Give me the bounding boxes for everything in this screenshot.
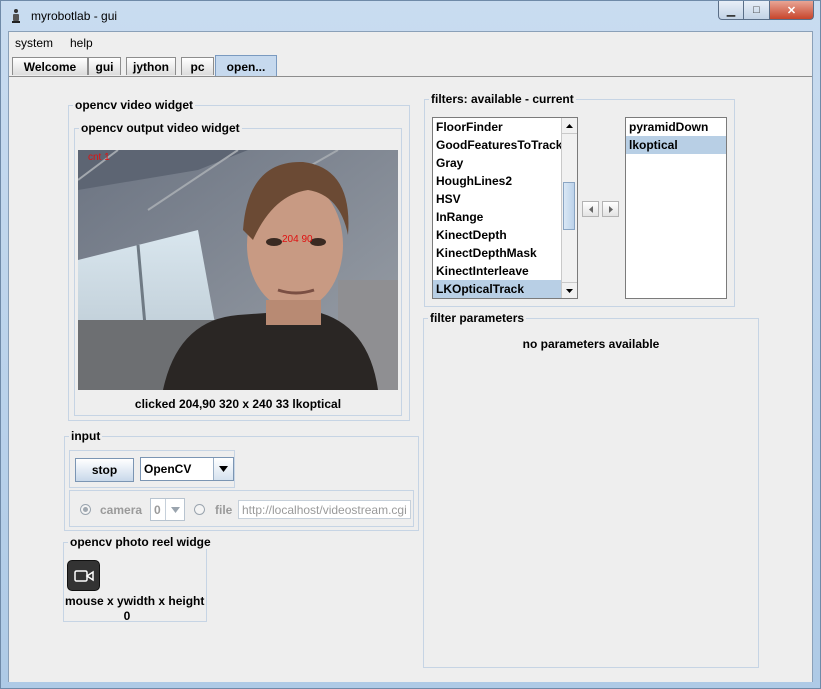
tab-gui[interactable]: gui	[88, 57, 121, 75]
overlay-counter: cnt 1	[88, 152, 110, 163]
available-filters-scrollbar[interactable]	[561, 118, 577, 298]
video-frame[interactable]: cnt 1 204 90	[78, 150, 398, 390]
maximize-button[interactable]: □	[744, 1, 770, 20]
video-widget-title: opencv video widget	[73, 98, 196, 112]
camera-icon[interactable]	[67, 560, 100, 591]
camera-index-value: 0	[154, 503, 161, 517]
source-select[interactable]: OpenCV	[140, 457, 234, 481]
remove-filter-button[interactable]	[582, 201, 599, 217]
app-icon	[12, 9, 20, 23]
available-filter-item[interactable]: LKOpticalTrack	[433, 280, 577, 298]
available-filter-item[interactable]: KinectDepth	[433, 226, 577, 244]
add-filter-button[interactable]	[602, 201, 619, 217]
window-title: myrobotlab - gui	[31, 9, 118, 23]
scroll-down-icon[interactable]	[562, 282, 577, 298]
filter-parameters-title: filter parameters	[428, 311, 527, 325]
tab-pc[interactable]: pc	[181, 57, 214, 75]
minimize-button[interactable]: ▁	[718, 1, 744, 20]
photo-reel-title: opencv photo reel widge	[68, 535, 213, 549]
camera-radio[interactable]	[80, 504, 91, 515]
available-filter-item[interactable]: HSV	[433, 190, 577, 208]
chevron-down-icon[interactable]	[213, 458, 233, 480]
video-widget-group: opencv video widget opencv output video …	[68, 98, 410, 421]
input-title: input	[69, 429, 103, 443]
scroll-up-icon[interactable]	[562, 118, 577, 134]
available-filters-list[interactable]: FloorFinder GoodFeaturesToTrack Gray HoughL…	[432, 117, 578, 299]
video-image	[78, 150, 398, 390]
video-status: clicked 204,90 320 x 240 33 lkoptical	[134, 397, 342, 411]
menu-system[interactable]: system	[15, 36, 53, 50]
photo-reel-caption: mouse x ywidth x height	[65, 594, 205, 608]
no-parameters-text: no parameters available	[522, 337, 660, 351]
available-filter-item[interactable]: HoughLines2	[433, 172, 577, 190]
camera-label: camera	[100, 503, 143, 517]
photo-reel-value: 0	[123, 609, 131, 623]
photo-reel-group: opencv photo reel widge mouse x ywidth x…	[63, 535, 213, 623]
available-filter-item[interactable]: InRange	[433, 208, 577, 226]
menu-bar: system help	[9, 32, 812, 54]
filter-parameters-group: filter parameters no parameters availabl…	[423, 311, 759, 668]
file-url-value: http://localhost/videostream.cgi	[242, 503, 407, 517]
file-url-input[interactable]: http://localhost/videostream.cgi	[238, 500, 411, 519]
tab-welcome[interactable]: Welcome	[12, 57, 88, 75]
tab-opencv[interactable]: open...	[215, 55, 277, 77]
available-filter-item[interactable]: Gray	[433, 154, 577, 172]
camera-file-options: camera 0 file http://localhost/videostre…	[69, 490, 414, 527]
arrow-left-icon	[588, 205, 593, 213]
available-filter-item[interactable]: GoodFeaturesToTrack	[433, 136, 577, 154]
output-video-title: opencv output video widget	[79, 121, 242, 135]
output-video-group: opencv output video widget cnt 1 204 90 …	[74, 121, 402, 416]
current-filter-item[interactable]: pyramidDown	[626, 118, 726, 136]
tab-jython[interactable]: jython	[126, 57, 176, 75]
available-filter-item[interactable]: KinectDepthMask	[433, 244, 577, 262]
input-controls: stop OpenCV	[69, 450, 235, 488]
filters-group: filters: available - current FloorFinder…	[424, 92, 735, 307]
menu-help[interactable]: help	[70, 36, 93, 50]
file-label: file	[215, 503, 233, 517]
file-radio[interactable]	[194, 504, 205, 515]
input-group: input stop OpenCV camera 0 file http://l…	[64, 429, 419, 531]
overlay-tracking-point: 204 90	[282, 234, 313, 245]
client-area: system help Welcome gui jython pc open..…	[8, 31, 813, 682]
stop-button[interactable]: stop	[75, 458, 134, 482]
opencv-panel: opencv video widget opencv output video …	[9, 76, 812, 682]
current-filters-list[interactable]: pyramidDown lkoptical	[625, 117, 727, 299]
close-button[interactable]: ✕	[770, 1, 814, 20]
available-filter-item[interactable]: FloorFinder	[433, 118, 577, 136]
arrow-right-icon	[608, 205, 613, 213]
tab-bar: Welcome gui jython pc open...	[9, 55, 812, 77]
camera-chevron-down-icon[interactable]	[165, 499, 184, 520]
title-bar[interactable]: myrobotlab - gui ▁ □ ✕	[1, 1, 820, 31]
filters-title: filters: available - current	[429, 92, 576, 106]
app-window: myrobotlab - gui ▁ □ ✕ system help Welco…	[0, 0, 821, 689]
current-filter-item[interactable]: lkoptical	[626, 136, 726, 154]
available-filter-item[interactable]: KinectInterleave	[433, 262, 577, 280]
scroll-thumb[interactable]	[563, 182, 575, 230]
camera-index-select[interactable]: 0	[150, 498, 185, 521]
source-select-value: OpenCV	[144, 462, 192, 476]
